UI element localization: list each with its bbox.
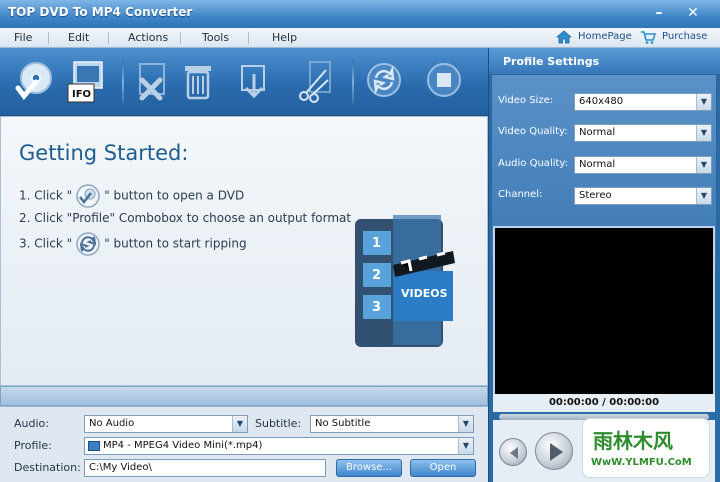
trim-button[interactable] <box>294 58 338 106</box>
toolbar: IFO <box>0 48 488 116</box>
video-preview <box>493 226 715 396</box>
getting-started-title: Getting Started: <box>19 141 189 165</box>
profile-label: Profile: <box>14 439 52 452</box>
video-size-label: Video Size: <box>498 95 554 106</box>
channel-label: Channel: <box>498 189 543 200</box>
merge-icon <box>241 65 265 99</box>
toolbar-separator <box>122 60 124 104</box>
stop-button[interactable] <box>422 58 466 106</box>
video-quality-label: Video Quality: <box>498 126 568 137</box>
dvd-disc-icon <box>15 62 52 100</box>
audio-select-value: No Audio <box>89 418 135 429</box>
step-1-text-before: 1. Click " <box>19 188 73 203</box>
menu-edit[interactable]: Edit <box>68 31 89 44</box>
video-size-value: 640x480 <box>579 96 624 107</box>
chevron-down-icon: ▼ <box>696 94 711 110</box>
subtitle-label: Subtitle: <box>255 417 302 430</box>
cart-icon <box>641 31 656 44</box>
art-label-3: 3 <box>372 300 382 315</box>
art-label-2: 2 <box>372 268 382 283</box>
remove-icon <box>139 63 165 101</box>
videos-illustration: 1 2 3 VIDEOS <box>353 215 463 365</box>
audio-select[interactable]: No Audio ▼ <box>84 415 248 433</box>
menu-help[interactable]: Help <box>272 31 297 44</box>
menu-separator <box>248 32 249 44</box>
video-quality-value: Normal <box>579 127 616 138</box>
play-icon <box>550 443 563 461</box>
open-ifo-button[interactable]: IFO <box>64 58 108 106</box>
rewind-icon <box>510 447 518 459</box>
menu-tools[interactable]: Tools <box>202 31 229 44</box>
channel-select[interactable]: Stereo ▼ <box>574 187 712 205</box>
open-button[interactable]: Open <box>410 459 476 477</box>
chevron-down-icon: ▼ <box>696 188 711 204</box>
art-label-1: 1 <box>372 236 382 251</box>
watermark: 雨林木风 WwW.YLMFU.CoM <box>582 418 710 478</box>
previous-button[interactable] <box>499 438 527 466</box>
merge-button[interactable] <box>232 58 276 106</box>
convert-button[interactable] <box>362 58 406 106</box>
dvd-disc-icon <box>76 184 100 208</box>
menu-bar: File Edit Actions Tools Help HomePage Pu… <box>0 28 720 48</box>
art-caption: VIDEOS <box>401 287 448 300</box>
refresh-icon <box>76 232 100 256</box>
toolbar-separator <box>352 60 354 104</box>
open-dvd-button[interactable] <box>12 58 56 106</box>
channel-value: Stereo <box>579 190 612 201</box>
audio-label: Audio: <box>14 417 49 430</box>
step-3: 3. Click " " button to start ripping <box>19 231 247 257</box>
homepage-link[interactable]: HomePage <box>578 31 632 42</box>
minimize-button[interactable]: – <box>650 4 668 22</box>
stop-icon <box>427 63 461 97</box>
audio-quality-select[interactable]: Normal ▼ <box>574 156 712 174</box>
profile-select[interactable]: MP4 - MPEG4 Video Mini(*.mp4) ▼ <box>84 437 474 455</box>
step-3-text-before: 3. Click " <box>19 236 73 251</box>
chevron-down-icon: ▼ <box>696 125 711 141</box>
menu-file[interactable]: File <box>14 31 32 44</box>
trash-icon <box>185 66 211 100</box>
mp4-icon <box>88 441 100 451</box>
purchase-link[interactable]: Purchase <box>662 31 707 42</box>
window-title: TOP DVD To MP4 Converter <box>8 5 193 19</box>
step-1: 1. Click " " button to open a DVD <box>19 183 244 209</box>
right-panel: Profile Settings Video Size: 640x480 ▼ V… <box>488 48 720 482</box>
menu-separator <box>108 32 109 44</box>
home-icon <box>556 30 572 44</box>
subtitle-select-value: No Subtitle <box>315 418 371 429</box>
play-button[interactable] <box>535 432 573 470</box>
video-size-select[interactable]: 640x480 ▼ <box>574 93 712 111</box>
destination-field[interactable]: C:\My Video\ <box>84 459 326 477</box>
watermark-text: 雨林木风 <box>593 429 673 453</box>
subtitle-select[interactable]: No Subtitle ▼ <box>310 415 474 433</box>
destination-label: Destination: <box>14 461 81 474</box>
chevron-down-icon: ▼ <box>458 438 473 454</box>
profile-select-value: MP4 - MPEG4 Video Mini(*.mp4) <box>103 440 263 451</box>
menu-actions[interactable]: Actions <box>128 31 168 44</box>
playback-time: 00:00:00 / 00:00:00 <box>493 394 715 412</box>
output-settings: Audio: No Audio ▼ Subtitle: No Subtitle … <box>0 406 488 482</box>
menu-separator <box>48 32 49 44</box>
getting-started-panel: Getting Started: 1. Click " " button to … <box>0 116 488 386</box>
remove-button[interactable] <box>130 58 174 106</box>
chevron-down-icon: ▼ <box>458 416 473 432</box>
clear-button[interactable] <box>176 58 220 106</box>
scissors-icon <box>299 61 331 103</box>
title-bar: TOP DVD To MP4 Converter – ✕ <box>0 0 720 28</box>
step-2: 2. Click "Profile" Combobox to choose an… <box>19 211 352 225</box>
refresh-icon <box>367 63 401 97</box>
step-1-text-after: " button to open a DVD <box>104 188 245 203</box>
browse-button[interactable]: Browse... <box>336 459 402 477</box>
profile-settings-header: Profile Settings <box>489 48 720 74</box>
audio-quality-value: Normal <box>579 159 616 170</box>
progress-bar <box>0 386 488 406</box>
audio-quality-label: Audio Quality: <box>498 158 568 169</box>
video-quality-select[interactable]: Normal ▼ <box>574 124 712 142</box>
step-3-text-after: " button to start ripping <box>104 236 247 251</box>
ifo-label: IFO <box>72 89 92 100</box>
close-button[interactable]: ✕ <box>684 4 702 22</box>
chevron-down-icon: ▼ <box>696 157 711 173</box>
chevron-down-icon: ▼ <box>232 416 247 432</box>
menu-separator <box>180 32 181 44</box>
watermark-url: WwW.YLMFU.CoM <box>591 457 692 468</box>
